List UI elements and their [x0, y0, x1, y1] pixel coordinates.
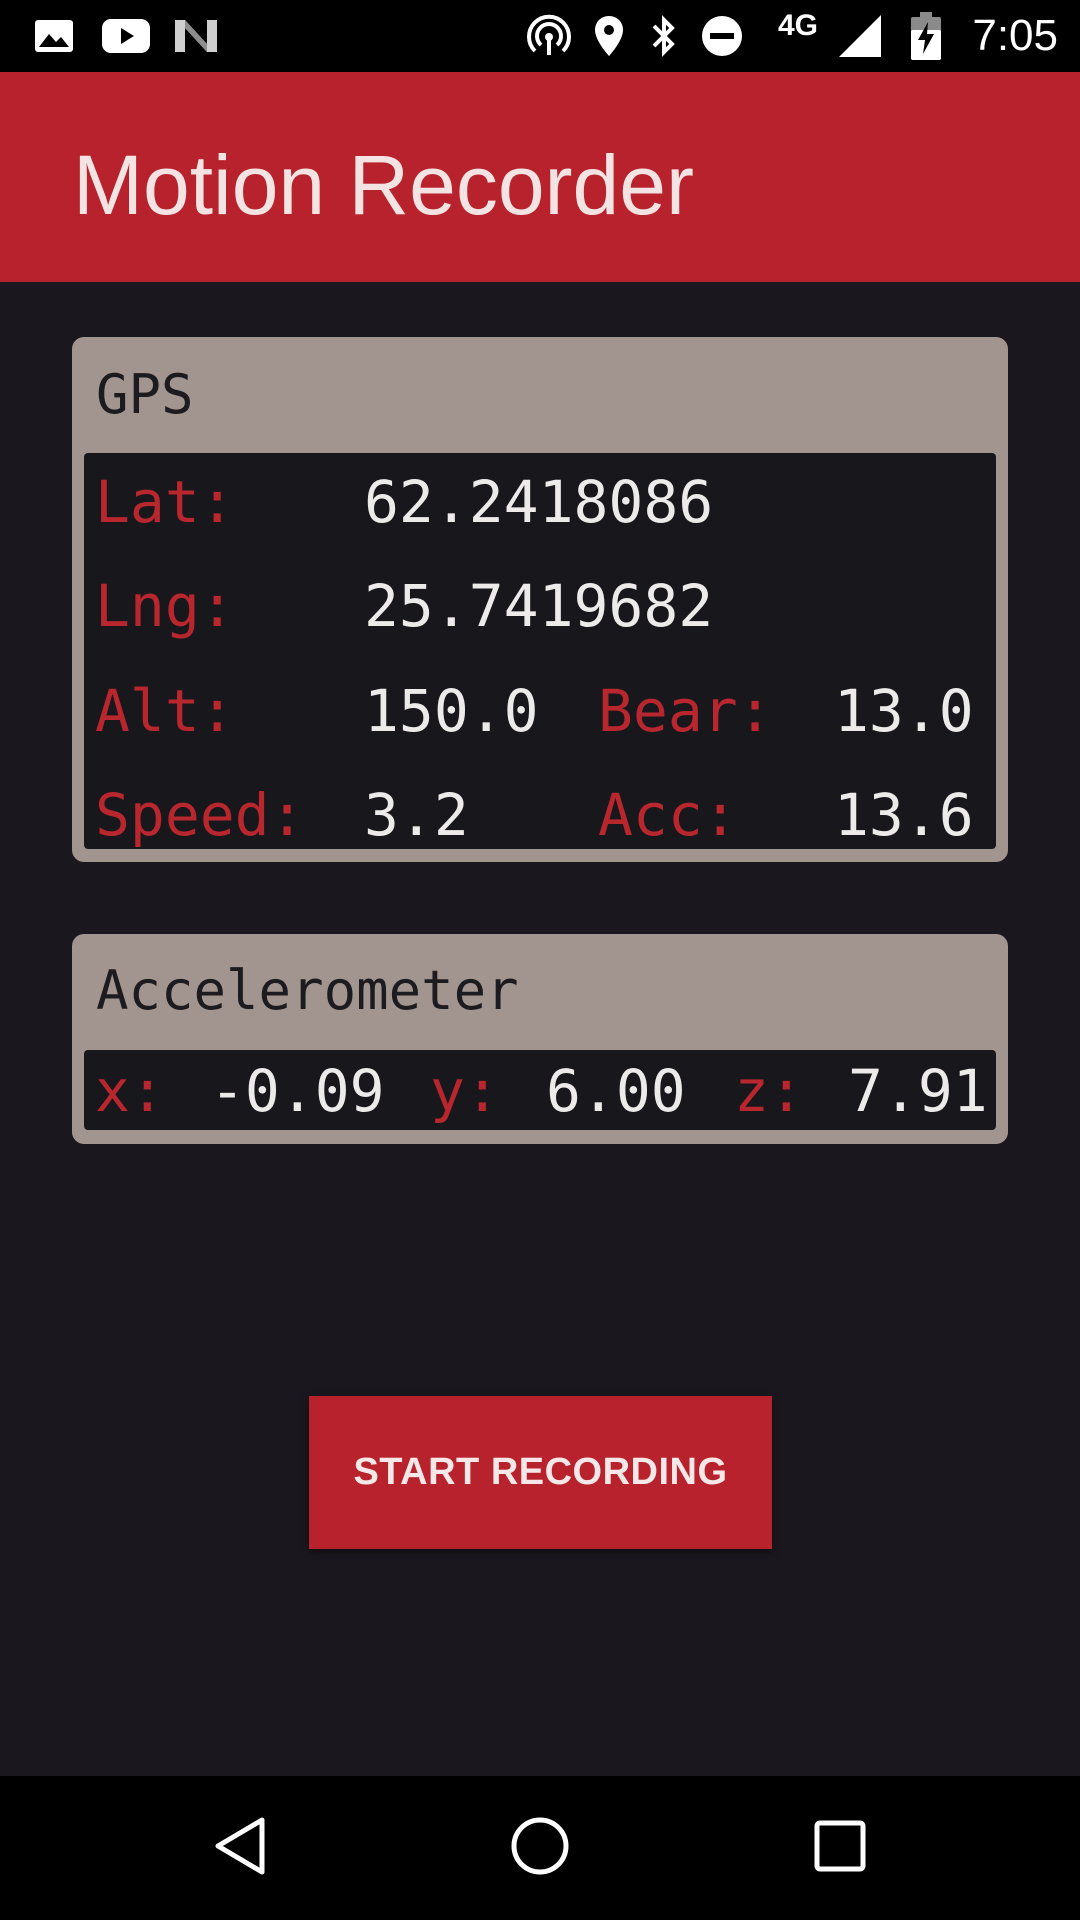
- accelerometer-card: Accelerometer x: -0.09 y: 6.00 z: 7.91: [72, 934, 1008, 1144]
- z-value: 7.91: [848, 1057, 988, 1125]
- battery-charging-icon: [906, 0, 946, 72]
- speed-value: 3.2: [364, 781, 469, 849]
- alt-label: Alt:: [95, 677, 235, 745]
- navigation-bar: [0, 1776, 1080, 1920]
- network-type-label: 4G: [777, 9, 819, 42]
- n-icon: [172, 0, 220, 72]
- lat-value: 62.2418086: [364, 468, 714, 536]
- home-icon: [510, 1816, 570, 1881]
- home-button[interactable]: [470, 1776, 610, 1920]
- back-button[interactable]: [170, 1776, 310, 1920]
- gps-card-title: GPS: [96, 363, 194, 426]
- accelerometer-readout-panel: x: -0.09 y: 6.00 z: 7.91: [84, 1050, 996, 1130]
- signal-icon: [834, 0, 886, 72]
- acc-value: 13.6: [834, 781, 974, 849]
- z-label: z:: [734, 1057, 804, 1125]
- status-bar: 4G 7:05: [0, 0, 1080, 72]
- accelerometer-card-title: Accelerometer: [96, 959, 519, 1022]
- lng-label: Lng:: [95, 572, 235, 640]
- speed-label: Speed:: [95, 781, 305, 849]
- gps-card: GPS Lat: 62.2418086 Lng: 25.7419682 Alt:…: [72, 337, 1008, 862]
- app-title: Motion Recorder: [73, 138, 694, 232]
- bear-label: Bear:: [598, 677, 773, 745]
- back-icon: [212, 1816, 268, 1881]
- clock: 7:05: [972, 11, 1058, 60]
- lng-value: 25.7419682: [364, 572, 714, 640]
- x-label: x:: [95, 1057, 165, 1125]
- y-value: 6.00: [546, 1057, 686, 1125]
- youtube-icon: [100, 0, 152, 72]
- y-label: y:: [430, 1057, 500, 1125]
- location-icon: [588, 0, 630, 72]
- gps-readout-panel: Lat: 62.2418086 Lng: 25.7419682 Alt: 150…: [84, 453, 996, 849]
- app-bar: Motion Recorder: [0, 72, 1080, 282]
- gallery-icon: [30, 0, 78, 72]
- do-not-disturb-icon: [698, 0, 746, 72]
- alt-value: 150.0: [364, 677, 539, 745]
- start-recording-button[interactable]: START RECORDING: [309, 1396, 772, 1549]
- bluetooth-icon: [644, 0, 684, 72]
- acc-label: Acc:: [598, 781, 738, 849]
- x-value: -0.09: [210, 1057, 385, 1125]
- hotspot-icon: [524, 0, 574, 72]
- bear-value: 13.0: [834, 677, 974, 745]
- recents-icon: [814, 1820, 866, 1877]
- lat-label: Lat:: [95, 468, 235, 536]
- recents-button[interactable]: [770, 1776, 910, 1920]
